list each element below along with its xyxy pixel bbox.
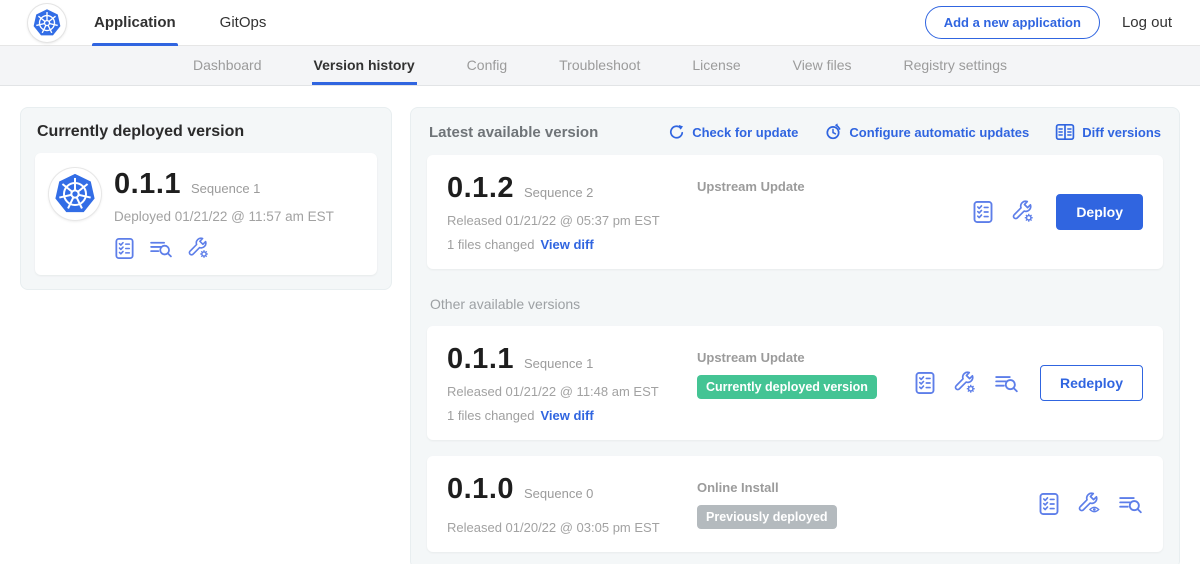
- logout-link[interactable]: Log out: [1122, 14, 1172, 31]
- deployed-sequence-label: Sequence 1: [191, 181, 260, 196]
- automatic-updates-icon: [824, 123, 842, 141]
- version-source-label: Upstream Update: [697, 350, 877, 365]
- app-logo: [49, 168, 101, 220]
- sequence-label: Sequence 1: [524, 356, 593, 371]
- released-timestamp: Released 01/21/22 @ 05:37 pm EST: [447, 213, 697, 228]
- diff-versions-link[interactable]: Diff versions: [1055, 123, 1161, 141]
- other-versions-title: Other available versions: [430, 296, 1160, 312]
- view-diff-link[interactable]: View diff: [540, 408, 593, 423]
- preflight-checks-icon[interactable]: [914, 371, 936, 395]
- check-for-update-link[interactable]: Check for update: [668, 124, 798, 141]
- tab-registry-settings[interactable]: Registry settings: [902, 46, 1009, 85]
- diff-versions-label: Diff versions: [1082, 125, 1161, 140]
- view-config-icon[interactable]: [1077, 492, 1101, 516]
- preflight-checks-icon[interactable]: [972, 200, 994, 224]
- deploy-button[interactable]: Deploy: [1056, 194, 1143, 230]
- released-timestamp: Released 01/20/22 @ 03:05 pm EST: [447, 520, 697, 535]
- version-number: 0.1.1: [447, 343, 514, 376]
- currently-deployed-card: 0.1.1 Sequence 1 Deployed 01/21/22 @ 11:…: [35, 153, 377, 275]
- configure-automatic-updates-label: Configure automatic updates: [849, 125, 1029, 140]
- preflight-checks-icon[interactable]: [114, 237, 135, 260]
- currently-deployed-title: Currently deployed version: [37, 123, 375, 141]
- currently-deployed-panel: Currently deployed version 0.1.1 Sequenc…: [20, 107, 392, 290]
- currently-deployed-badge: Currently deployed version: [697, 375, 877, 399]
- tab-license[interactable]: License: [690, 46, 742, 85]
- available-versions-panel: Latest available version Check for updat…: [410, 107, 1180, 564]
- redeploy-button[interactable]: Redeploy: [1040, 365, 1143, 401]
- nav-tab-gitops-label: GitOps: [220, 14, 267, 31]
- nav-tab-application[interactable]: Application: [92, 0, 178, 46]
- deploy-logs-icon[interactable]: [1118, 493, 1143, 515]
- latest-available-title: Latest available version: [429, 124, 598, 141]
- files-changed-label: 1 files changed: [447, 408, 534, 423]
- edit-config-icon[interactable]: [953, 371, 977, 395]
- deployed-version-number: 0.1.1: [114, 168, 181, 201]
- deploy-logs-icon[interactable]: [994, 372, 1019, 394]
- version-number: 0.1.2: [447, 172, 514, 205]
- sequence-label: Sequence 2: [524, 185, 593, 200]
- nav-tab-gitops[interactable]: GitOps: [218, 0, 269, 46]
- configure-automatic-updates-link[interactable]: Configure automatic updates: [824, 123, 1029, 141]
- view-diff-link[interactable]: View diff: [540, 237, 593, 252]
- preflight-checks-icon[interactable]: [1038, 492, 1060, 516]
- refresh-icon: [668, 124, 685, 141]
- tab-view-files[interactable]: View files: [791, 46, 854, 85]
- check-for-update-label: Check for update: [692, 125, 798, 140]
- version-row-0-1-2: 0.1.2 Sequence 2 Released 01/21/22 @ 05:…: [427, 155, 1163, 269]
- sequence-label: Sequence 0: [524, 486, 593, 501]
- app-subnav: Dashboard Version history Config Trouble…: [0, 46, 1200, 86]
- edit-config-icon[interactable]: [187, 237, 210, 260]
- nav-tab-application-label: Application: [94, 14, 176, 31]
- kubernetes-logo-icon: [32, 8, 62, 38]
- version-source-label: Online Install: [697, 480, 837, 495]
- previously-deployed-badge: Previously deployed: [697, 505, 837, 529]
- diff-versions-icon: [1055, 123, 1075, 141]
- tab-version-history[interactable]: Version history: [312, 46, 417, 85]
- deploy-logs-icon[interactable]: [149, 238, 173, 259]
- kubernetes-logo-icon: [53, 172, 97, 216]
- released-timestamp: Released 01/21/22 @ 11:48 am EST: [447, 384, 697, 399]
- version-source-label: Upstream Update: [697, 179, 805, 194]
- files-changed-label: 1 files changed: [447, 237, 534, 252]
- tab-config[interactable]: Config: [465, 46, 509, 85]
- add-application-button[interactable]: Add a new application: [925, 6, 1100, 39]
- version-history-page: Currently deployed version 0.1.1 Sequenc…: [0, 86, 1200, 564]
- version-number: 0.1.0: [447, 473, 514, 506]
- top-navbar: Application GitOps Add a new application…: [0, 0, 1200, 46]
- tab-troubleshoot[interactable]: Troubleshoot: [557, 46, 642, 85]
- version-row-0-1-0: 0.1.0 Sequence 0 Released 01/20/22 @ 03:…: [427, 456, 1163, 552]
- deployed-timestamp: Deployed 01/21/22 @ 11:57 am EST: [114, 209, 334, 224]
- version-row-0-1-1: 0.1.1 Sequence 1 Released 01/21/22 @ 11:…: [427, 326, 1163, 440]
- edit-config-icon[interactable]: [1011, 200, 1035, 224]
- tab-dashboard[interactable]: Dashboard: [191, 46, 264, 85]
- app-logo: [28, 4, 66, 42]
